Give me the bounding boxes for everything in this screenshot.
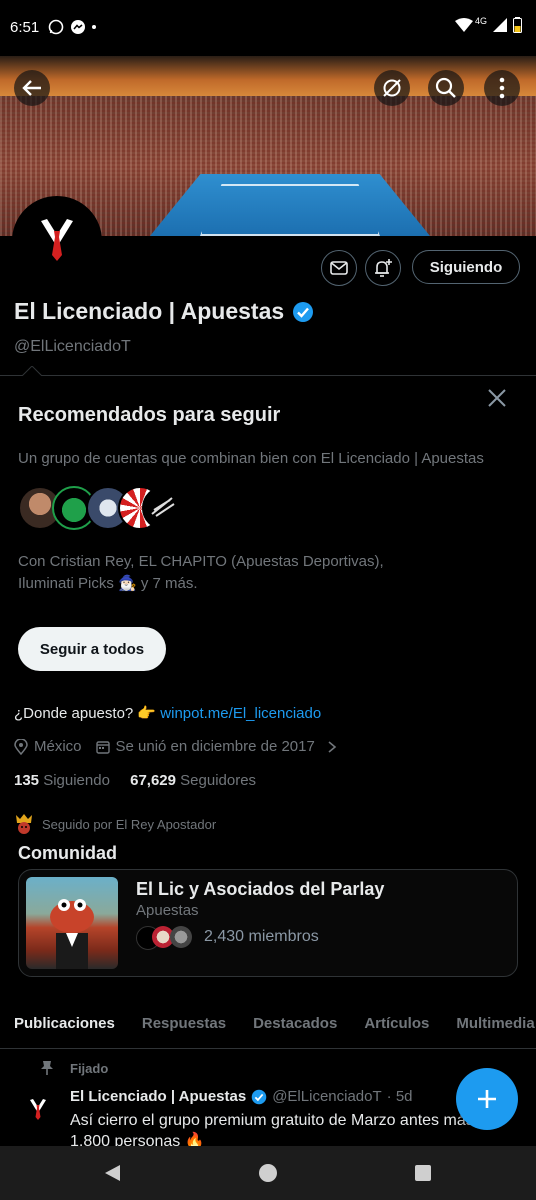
tab-label: Multimedia [456,1015,535,1032]
tab-label: Artículos [364,1015,430,1032]
pinned-indicator: Fijado [40,1060,108,1076]
envelope-icon [330,261,348,275]
profile-meta: México Se unió en diciembre de 2017 [14,738,337,755]
pin-icon [41,1061,53,1075]
post-handle: @ElLicenciadoT [272,1088,382,1105]
location-text: México [34,738,82,755]
community-category: Apuestas [136,902,199,919]
follow-counts: 135 Siguiendo 67,629 Seguidores [14,772,256,789]
tab-multimedia[interactable]: Multimedia [456,1000,534,1048]
profile-handle: @ElLicenciadoT [14,338,131,355]
followers-number: 67,629 [130,772,176,789]
recents-square-icon[interactable] [414,1164,432,1182]
tab-label: Publicaciones [14,1015,115,1032]
following-label: Siguiendo [43,772,110,789]
system-icons: 4G [454,16,522,33]
divider [0,375,536,376]
suit-tie-logo [41,219,73,261]
avatar [142,486,186,530]
community-name: El Lic y Asociados del Parlay [136,879,385,899]
mute-topic-button[interactable] [374,70,410,106]
post-avatar[interactable] [20,1092,56,1128]
location-pin-icon [14,738,28,755]
bio-text: ¿Donde apuesto? 👉 [14,705,157,722]
follow-all-button[interactable]: Seguir a todos [18,627,166,671]
community-members: 2,430 miembros [204,928,319,945]
following-number: 135 [14,772,40,789]
status-time: 6:51 [10,19,40,36]
followers-count[interactable]: 67,629 Seguidores [130,772,256,789]
verified-badge-icon [293,301,314,322]
tab-destacados[interactable]: Destacados [253,1000,337,1048]
tab-articulos[interactable]: Artículos [364,1000,429,1048]
post-header: El Licenciado | Apuestas @ElLicenciadoT … [70,1088,413,1105]
profile-avatar[interactable] [12,196,102,286]
recommended-with: Con Cristian Rey, EL CHAPITO (Apuestas D… [18,551,438,595]
calendar-icon [95,740,110,754]
more-vertical-icon [499,77,505,99]
verified-badge-icon [251,1089,267,1104]
search-icon [435,77,456,98]
bio-link[interactable]: winpot.me/El_licenciado [160,705,321,722]
avatar [170,926,192,948]
tab-label: Respuestas [141,1015,227,1032]
chevron-right-icon[interactable] [327,740,337,753]
profile-name: El Licenciado | Apuestas [14,298,314,325]
recommended-title: Recomendados para seguir [18,404,281,426]
recommended-with-line1: Con Cristian Rey, EL CHAPITO (Apuestas D… [18,553,384,570]
tab-respuestas[interactable]: Respuestas [142,1000,226,1048]
signal-icon [493,18,507,32]
search-button[interactable] [428,70,464,106]
profile-name-text: El Licenciado | Apuestas [14,298,285,324]
status-bar: 6:51 4G [0,0,536,56]
court-lines [200,184,380,236]
wifi-icon [454,18,473,32]
tab-label: Destacados [253,1015,338,1032]
messenger-icon [71,20,85,34]
android-nav-bar [0,1146,536,1200]
post-time: · 5d [386,1088,413,1105]
notification-icons [48,19,96,35]
divider [0,1048,536,1049]
close-icon[interactable] [486,387,508,409]
recommended-avatars[interactable] [18,486,186,530]
recommended-subtitle: Un grupo de cuentas que combinan bien co… [18,450,484,467]
following-button[interactable]: Siguiendo [412,250,520,284]
bell-plus-icon [375,259,392,277]
caret-pointer-icon [22,366,42,376]
back-button[interactable] [14,70,50,106]
following-count[interactable]: 135 Siguiendo [14,772,110,789]
joined-text: Se unió en diciembre de 2017 [115,738,315,755]
pinned-label: Fijado [70,1060,109,1076]
community-image [26,877,118,969]
notifications-button[interactable] [365,250,401,286]
followed-by[interactable]: Seguido por El Rey Apostador [14,813,216,835]
community-section-title: Comunidad [18,843,117,863]
home-circle-icon[interactable] [258,1163,278,1183]
tab-publicaciones[interactable]: Publicaciones [14,1000,115,1048]
post-author[interactable]: El Licenciado | Apuestas [70,1088,246,1105]
recommended-with-line2: Iluminati Picks 🧙🏻‍♂️ y 7 más. [18,575,198,592]
community-member-avatars [136,926,200,950]
plus-icon [478,1090,496,1108]
topic-slash-icon [383,79,401,97]
network-label: 4G [474,16,487,26]
dot-icon [92,25,96,29]
whatsapp-icon [48,19,64,35]
battery-icon [513,17,522,33]
follower-avatar [16,814,32,834]
message-button[interactable] [321,250,357,286]
more-options-button[interactable] [484,70,520,106]
back-triangle-icon[interactable] [102,1163,122,1183]
compose-button[interactable] [456,1068,518,1130]
followers-label: Seguidores [180,772,257,789]
profile-tabs: Publicaciones Respuestas Destacados Artí… [0,1000,536,1048]
profile-bio: ¿Donde apuesto? 👉 winpot.me/El_licenciad… [14,704,321,722]
followed-by-text: Seguido por El Rey Apostador [42,816,217,832]
back-arrow-icon [22,80,41,96]
